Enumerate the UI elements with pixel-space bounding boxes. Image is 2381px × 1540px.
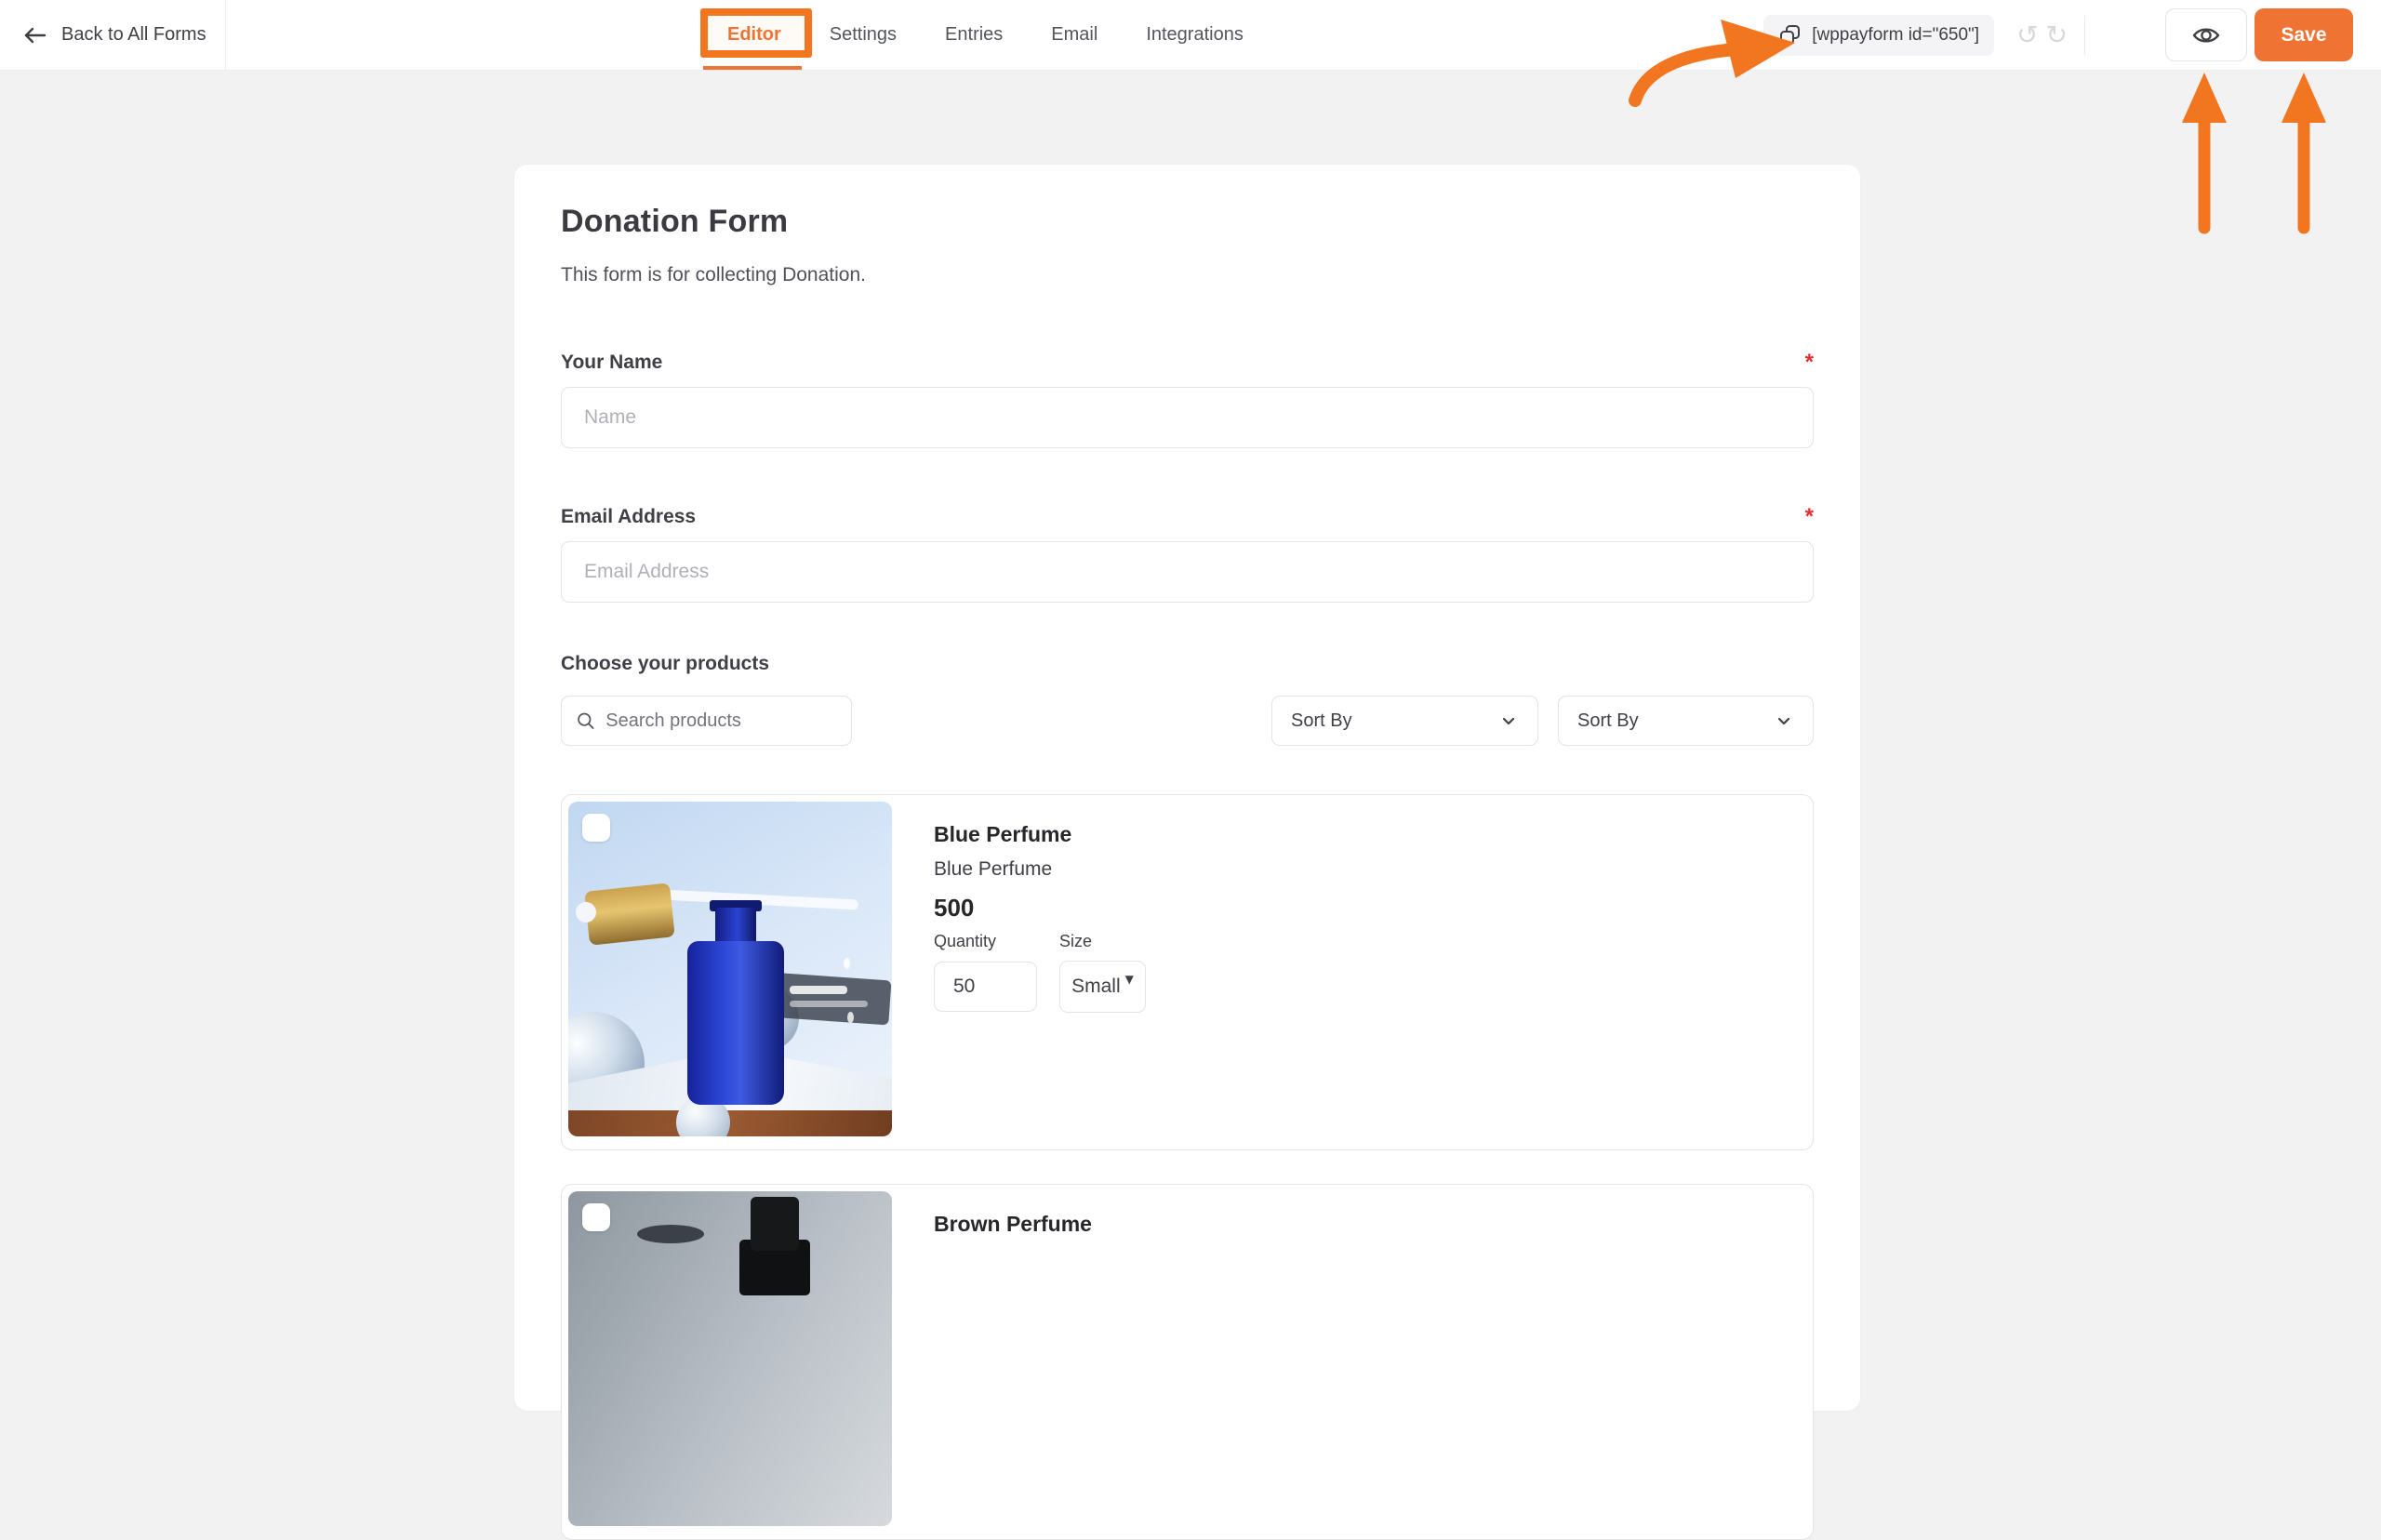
shortcode-copy-chip[interactable]: [wppayform id="650"]: [1763, 15, 1994, 56]
product-info: Brown Perfume: [898, 1185, 1092, 1539]
topbar: Back to All Forms Editor Settings Entrie…: [0, 0, 2381, 71]
annotation-arrow-save: [2281, 73, 2326, 228]
search-icon: [576, 710, 595, 732]
decoration-gold-cap: [584, 883, 675, 945]
undo-icon: ↺: [2016, 22, 2038, 48]
undo-button[interactable]: ↺: [2016, 22, 2038, 48]
sort-by-select-2[interactable]: Sort By: [1558, 696, 1814, 746]
required-marker: *: [1805, 506, 1814, 528]
decoration-droplet: [844, 958, 850, 969]
tab-editor[interactable]: Editor: [703, 0, 805, 70]
form-title: Donation Form: [561, 204, 1814, 240]
form-description: This form is for collecting Donation.: [561, 264, 1814, 286]
quantity-label: Quantity: [934, 932, 1059, 951]
topbar-divider: [2084, 16, 2085, 55]
field-email-address: Email Address *: [561, 506, 1814, 603]
product-search-box: [561, 696, 852, 746]
decoration-bottle-cap: [751, 1197, 799, 1251]
product-checkbox[interactable]: [582, 814, 610, 842]
topbar-actions: [wppayform id="650"] ↺ ↻ Save: [1763, 8, 2381, 61]
search-products-input[interactable]: [605, 710, 837, 732]
products-toolbar: Sort By Sort By: [561, 696, 1814, 746]
your-name-label: Your Name: [561, 352, 662, 374]
email-address-label: Email Address: [561, 506, 696, 528]
decoration-cap-tip: [576, 902, 596, 923]
required-marker: *: [1805, 352, 1814, 374]
back-arrow-icon: [22, 26, 47, 45]
field-your-name: Your Name *: [561, 352, 1814, 448]
preview-button[interactable]: [2165, 8, 2247, 61]
size-select[interactable]: Small ▼: [1059, 961, 1146, 1013]
tab-bar: Editor Settings Entries Email Integratio…: [703, 0, 1268, 70]
email-input[interactable]: [561, 541, 1814, 603]
eye-icon: [2191, 24, 2221, 46]
sort-by-select-1[interactable]: Sort By: [1271, 696, 1538, 746]
name-input[interactable]: [561, 387, 1814, 448]
annotation-arrow-preview: [2182, 73, 2227, 228]
decoration-label-text: [790, 1001, 868, 1007]
redo-button[interactable]: ↻: [2046, 22, 2068, 48]
back-to-all-forms-link[interactable]: Back to All Forms: [0, 0, 226, 70]
decoration-label: [767, 973, 891, 1026]
tab-integrations[interactable]: Integrations: [1122, 0, 1268, 70]
back-label: Back to All Forms: [61, 24, 206, 46]
decoration-bottle-body: [687, 941, 784, 1105]
form-editor-canvas: Donation Form This form is for collectin…: [514, 165, 1860, 1411]
product-image-brown-perfume: [568, 1191, 892, 1526]
tab-entries[interactable]: Entries: [921, 0, 1027, 70]
size-label: Size: [1059, 932, 1146, 951]
quantity-input[interactable]: [934, 962, 1037, 1012]
save-button[interactable]: Save: [2255, 8, 2353, 61]
decoration-disc: [637, 1225, 704, 1243]
redo-icon: ↻: [2046, 22, 2068, 48]
choose-products-label: Choose your products: [561, 653, 1814, 675]
tab-settings[interactable]: Settings: [805, 0, 921, 70]
product-name: Brown Perfume: [934, 1212, 1092, 1237]
chevron-down-icon: [1774, 710, 1794, 731]
chevron-down-icon: [1498, 710, 1519, 731]
product-image-blue-perfume: [568, 802, 892, 1136]
decoration-droplet: [847, 1012, 854, 1023]
shortcode-text: [wppayform id="650"]: [1812, 25, 1979, 46]
decoration-label-text: [790, 986, 847, 994]
product-subtitle: Blue Perfume: [934, 858, 1146, 881]
product-name: Blue Perfume: [934, 822, 1146, 847]
copy-icon: [1778, 23, 1802, 46]
tab-email[interactable]: Email: [1027, 0, 1122, 70]
product-card-blue-perfume: Blue Perfume Blue Perfume 500 Quantity S…: [561, 794, 1814, 1150]
product-checkbox[interactable]: [582, 1203, 610, 1231]
product-price: 500: [934, 894, 1146, 923]
product-card-brown-perfume: Brown Perfume: [561, 1184, 1814, 1540]
caret-down-icon: ▼: [1125, 973, 1134, 986]
product-info: Blue Perfume Blue Perfume 500 Quantity S…: [898, 795, 1146, 1149]
